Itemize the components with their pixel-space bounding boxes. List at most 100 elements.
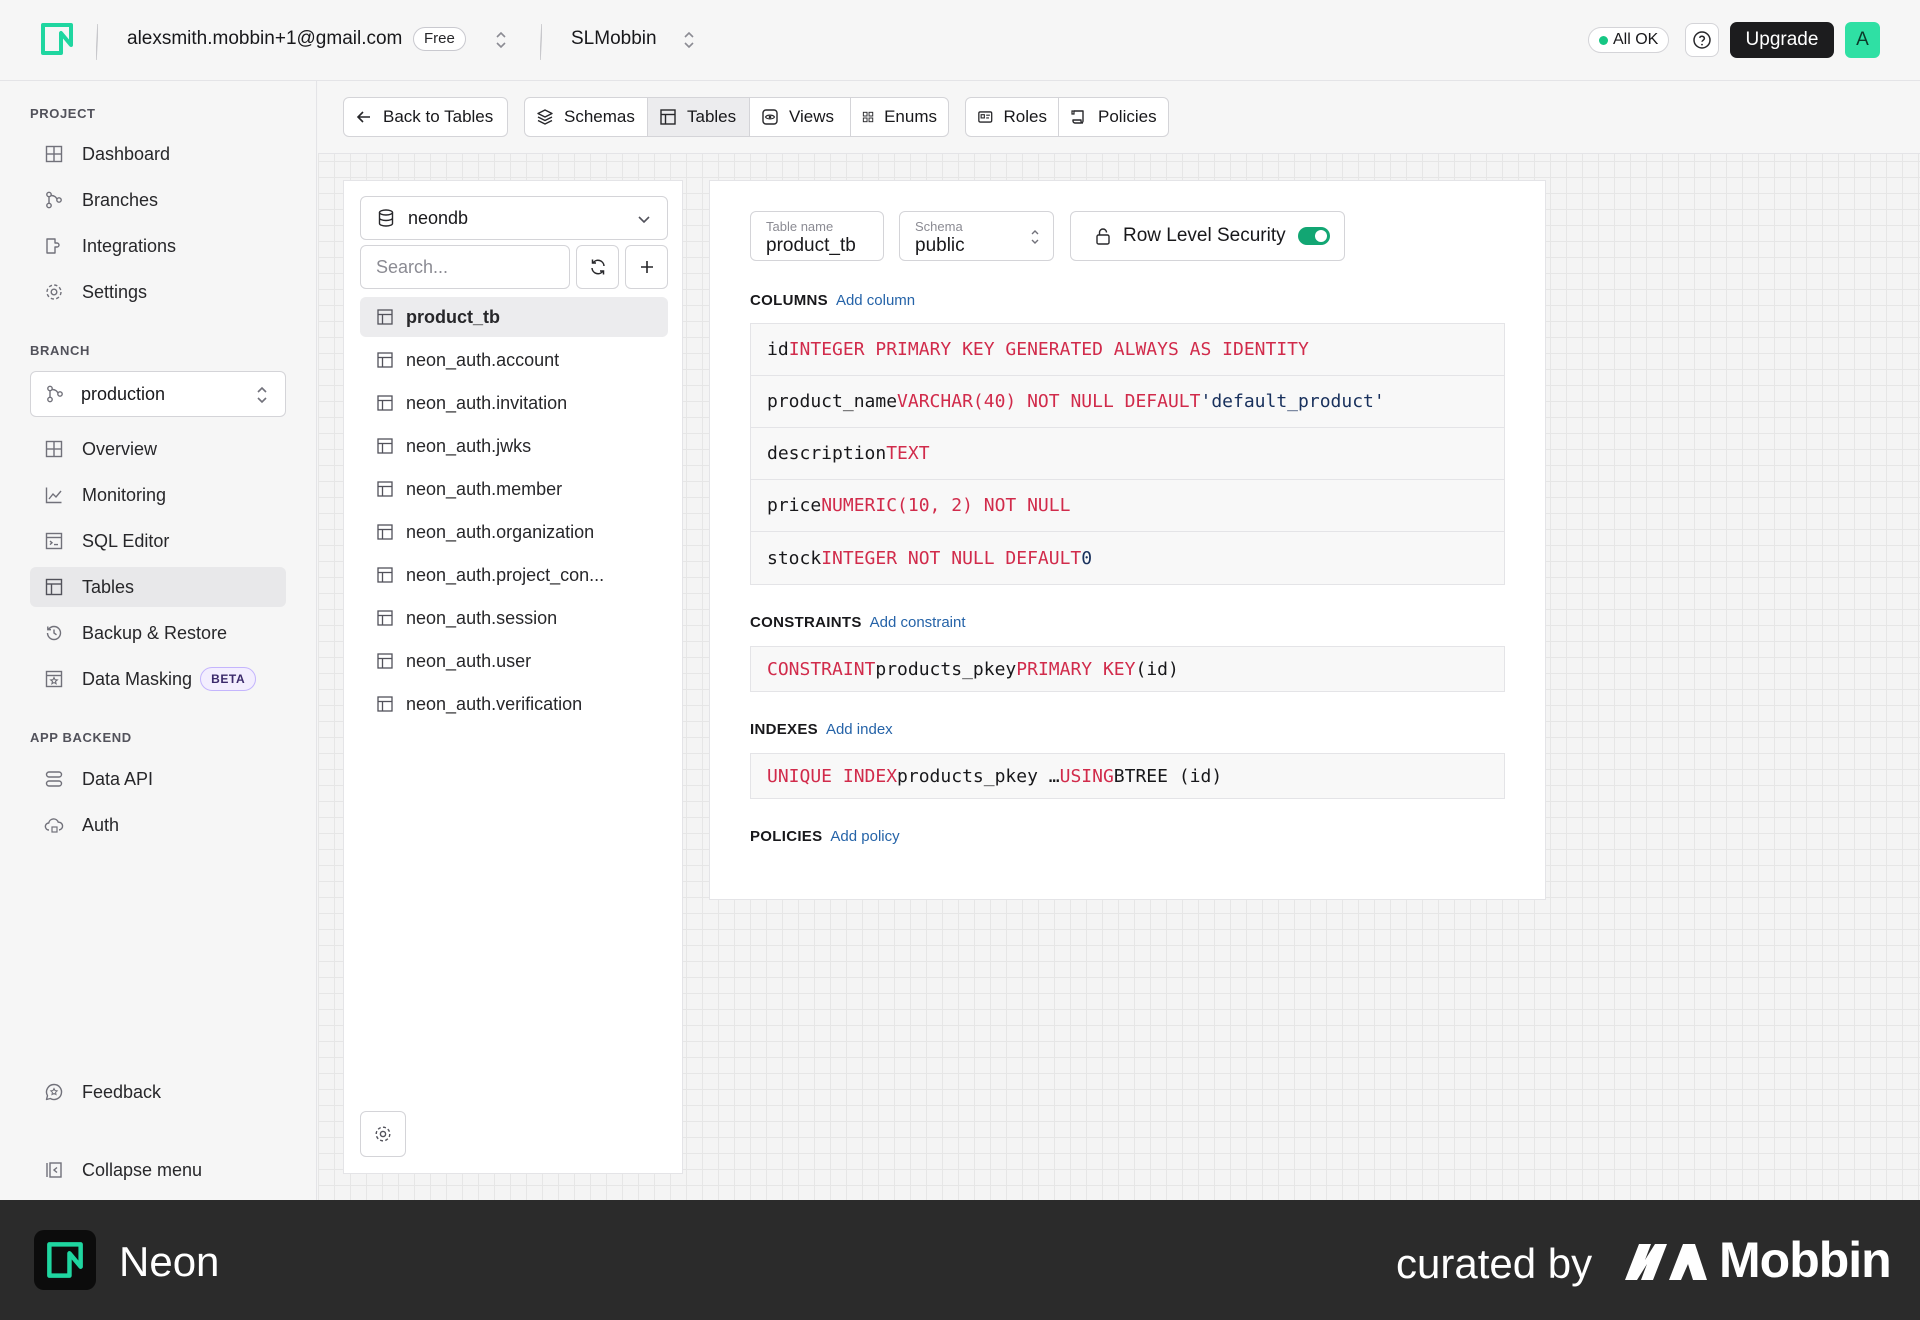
toggle-switch[interactable] (1297, 227, 1330, 245)
table-name-field[interactable]: Table name product_tb (750, 211, 884, 261)
back-to-tables-button[interactable]: Back to Tables (343, 97, 508, 137)
footer-curated-by: curated by (1396, 1240, 1593, 1287)
neon-logo-icon[interactable] (40, 22, 74, 56)
separator-icon (96, 24, 98, 60)
nav-label: Branches (82, 189, 159, 210)
nav-integrations[interactable]: Integrations (30, 226, 286, 266)
add-constraint-link[interactable]: Add constraint (870, 614, 966, 631)
database-select[interactable]: neondb (360, 196, 668, 240)
table-icon (377, 352, 393, 368)
sql-keyword: PRIMARY KEY (1016, 658, 1136, 680)
table-item-label: neon_auth.user (406, 650, 532, 671)
database-icon (378, 209, 394, 227)
table-item[interactable]: neon_auth.invitation (360, 383, 668, 423)
table-icon (377, 696, 393, 712)
column-name: id (767, 339, 789, 360)
nav-settings[interactable]: Settings (30, 272, 286, 312)
column-name: price (767, 495, 822, 516)
nav-label: Dashboard (82, 143, 171, 164)
tab-schemas[interactable]: Schemas (524, 97, 648, 137)
dashboard-icon (45, 145, 63, 163)
table-icon (377, 438, 393, 454)
constraint-row[interactable]: CONSTRAINT products_pkey PRIMARY KEY (id… (751, 647, 1504, 691)
table-item[interactable]: neon_auth.user (360, 641, 668, 681)
account-email[interactable]: alexsmith.mobbin+1@gmail.com (127, 28, 402, 50)
status-badge[interactable]: All OK (1588, 27, 1670, 53)
section-label: CONSTRAINTS (750, 614, 862, 631)
nav-branches[interactable]: Branches (30, 180, 286, 220)
button-label: Enums (884, 107, 937, 126)
lock-icon (1096, 228, 1110, 245)
table-item-product_tb[interactable]: product_tb (360, 297, 668, 337)
row-level-security-toggle[interactable]: Row Level Security (1070, 211, 1345, 261)
column-name: description (767, 443, 887, 464)
tab-views[interactable]: Views (749, 97, 851, 137)
column-default: 0 (1081, 547, 1093, 569)
tab-roles[interactable]: Roles (965, 97, 1059, 137)
chart-icon (45, 487, 62, 504)
table-item[interactable]: neon_auth.project_con... (360, 555, 668, 595)
column-row[interactable]: price NUMERIC(10, 2) NOT NULL (751, 480, 1504, 532)
table-item[interactable]: neon_auth.member (360, 469, 668, 509)
refresh-icon (590, 259, 605, 275)
app-backend-section-label: APP BACKEND (30, 730, 132, 745)
help-button[interactable] (1685, 23, 1719, 57)
settings-button[interactable] (360, 1111, 406, 1157)
collapse-menu-button[interactable]: Collapse menu (30, 1150, 286, 1190)
nav-backup-restore[interactable]: Backup & Restore (30, 613, 286, 653)
nav-tables[interactable]: Tables (30, 567, 286, 607)
table-icon (377, 567, 393, 583)
nav-overview[interactable]: Overview (30, 429, 286, 469)
project-name[interactable]: SLMobbin (571, 28, 657, 50)
nav-dashboard[interactable]: Dashboard (30, 134, 286, 174)
add-policy-link[interactable]: Add policy (830, 828, 899, 845)
nav-sql-editor[interactable]: SQL Editor (30, 521, 286, 561)
button-label: Tables (687, 107, 737, 126)
gear-icon (46, 284, 62, 300)
nav-monitoring[interactable]: Monitoring (30, 475, 286, 515)
tab-enums[interactable]: Enums (850, 97, 949, 137)
table-item-label: neon_auth.invitation (406, 392, 568, 413)
plan-badge: Free (413, 27, 466, 51)
add-column-link[interactable]: Add column (836, 292, 915, 309)
column-row[interactable]: description TEXT (751, 428, 1504, 480)
grid-icon (862, 111, 874, 123)
schema-field[interactable]: Schema public (899, 211, 1054, 261)
column-row[interactable]: product_name VARCHAR(40) NOT NULL DEFAUL… (751, 376, 1504, 428)
chevron-updown-icon (257, 386, 267, 404)
nav-feedback[interactable]: Feedback (30, 1072, 286, 1112)
field-label: Schema (915, 219, 963, 234)
tab-tables[interactable]: Tables (647, 97, 750, 137)
upgrade-button[interactable]: Upgrade (1730, 22, 1834, 58)
column-row[interactable]: stock INTEGER NOT NULL DEFAULT 0 (751, 532, 1504, 584)
table-item[interactable]: neon_auth.verification (360, 684, 668, 724)
index-row[interactable]: UNIQUE INDEX products_pkey … USING BTREE… (751, 754, 1504, 798)
layers-icon (537, 109, 553, 125)
eye-icon (762, 109, 778, 125)
neon-logo-icon (34, 1230, 96, 1290)
tab-policies[interactable]: Policies (1058, 97, 1169, 137)
section-label: COLUMNS (750, 292, 828, 309)
chevron-updown-icon[interactable] (682, 28, 696, 52)
table-item[interactable]: neon_auth.jwks (360, 426, 668, 466)
branch-section-label: BRANCH (30, 343, 90, 358)
chevron-updown-icon[interactable] (494, 28, 508, 52)
footer-mobbin-text: Mobbin (1719, 1232, 1892, 1288)
add-table-button[interactable] (625, 245, 668, 289)
add-index-link[interactable]: Add index (826, 721, 893, 738)
project-section-label: PROJECT (30, 106, 96, 121)
footer-brand: Neon (119, 1238, 220, 1285)
branch-icon (46, 191, 62, 209)
column-row[interactable]: id INTEGER PRIMARY KEY GENERATED ALWAYS … (751, 324, 1504, 376)
search-input[interactable] (360, 245, 570, 289)
nav-data-masking[interactable]: Data Masking BETA (30, 659, 286, 699)
nav-data-api[interactable]: Data API (30, 759, 286, 799)
column-definition: NUMERIC(10, 2) NOT NULL (821, 495, 1071, 516)
table-item[interactable]: neon_auth.session (360, 598, 668, 638)
nav-auth[interactable]: Auth (30, 805, 286, 845)
table-item[interactable]: neon_auth.organization (360, 512, 668, 552)
refresh-button[interactable] (576, 245, 619, 289)
avatar[interactable]: A (1845, 22, 1880, 58)
table-item[interactable]: neon_auth.account (360, 340, 668, 380)
branch-select[interactable]: production (30, 371, 286, 417)
